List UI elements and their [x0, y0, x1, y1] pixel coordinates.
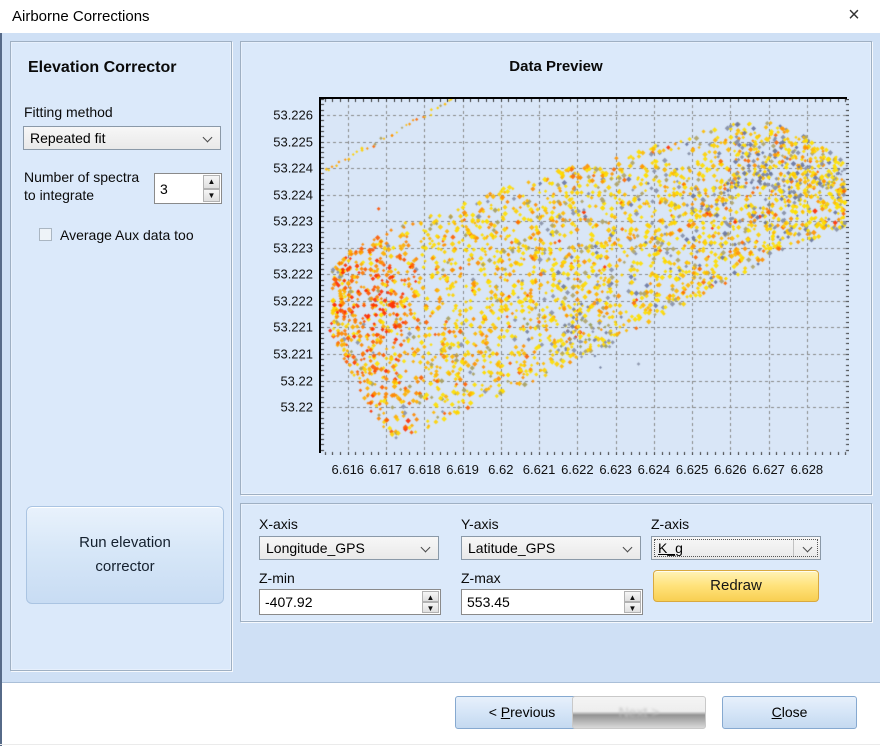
x-tick-label: 6.618: [408, 462, 441, 477]
y-tick-label: 53.225: [273, 134, 313, 149]
x-tick-label: 6.624: [638, 462, 671, 477]
z-max-label: Z-max: [461, 570, 501, 586]
z-axis-dropdown[interactable]: K_g: [651, 536, 821, 560]
data-preview-group: Data Preview 53.22653.22553.22453.22453.…: [240, 41, 872, 495]
window-left-border: [0, 33, 2, 746]
window-bottom-edge: [0, 744, 880, 745]
spinner-down-button[interactable]: ▼: [422, 602, 439, 613]
y-tick-label: 53.224: [273, 161, 313, 176]
x-tick-label: 6.623: [599, 462, 632, 477]
average-aux-checkbox[interactable]: [39, 228, 52, 241]
down-arrow-icon: ▼: [629, 604, 637, 613]
z-max-input[interactable]: [462, 590, 623, 614]
spectra-spin-buttons: ▲ ▼: [203, 175, 220, 202]
spinner-up-button[interactable]: ▲: [422, 591, 439, 602]
elevation-corrector-heading: Elevation Corrector: [28, 59, 176, 77]
z-max-spinner: ▲ ▼: [461, 589, 643, 615]
spinner-down-button[interactable]: ▼: [203, 189, 220, 203]
y-tick-label: 53.226: [273, 107, 313, 122]
chevron-down-icon: [203, 133, 213, 143]
y-tick-label: 53.223: [273, 214, 313, 229]
axis-controls-group: X-axis Longitude_GPS Y-axis Latitude_GPS…: [240, 503, 872, 622]
y-tick-label: 53.224: [273, 187, 313, 202]
z-axis-value: K_g: [658, 540, 683, 556]
x-tick-label: 6.62: [488, 462, 513, 477]
up-arrow-icon: ▲: [427, 593, 435, 602]
dialog-footer: < Previous Next > Close: [0, 683, 880, 748]
z-min-spin-buttons: ▲ ▼: [422, 591, 439, 613]
z-min-label: Z-min: [259, 570, 295, 586]
spinner-up-button[interactable]: ▲: [624, 591, 641, 602]
y-tick-label: 53.223: [273, 240, 313, 255]
y-tick-label: 53.22: [280, 400, 313, 415]
y-tick-label: 53.222: [273, 293, 313, 308]
fitting-method-value: Repeated fit: [30, 130, 106, 146]
previous-button[interactable]: < Previous: [455, 696, 589, 729]
z-min-spinner: ▲ ▼: [259, 589, 441, 615]
x-axis-label: X-axis: [259, 516, 298, 532]
x-tick-label: 6.622: [561, 462, 594, 477]
next-button[interactable]: Next >: [572, 696, 706, 729]
spinner-up-button[interactable]: ▲: [203, 175, 220, 189]
y-axis-value: Latitude_GPS: [468, 540, 555, 556]
average-aux-checkbox-label: Average Aux data too: [60, 227, 194, 243]
x-tick-label: 6.627: [752, 462, 785, 477]
chevron-down-icon: [421, 543, 431, 553]
x-axis-value: Longitude_GPS: [266, 540, 365, 556]
down-arrow-icon: ▼: [427, 604, 435, 613]
fitting-method-label: Fitting method: [24, 104, 113, 120]
y-tick-label: 53.222: [273, 267, 313, 282]
data-preview-title: Data Preview: [241, 58, 871, 75]
x-tick-label: 6.621: [523, 462, 556, 477]
z-axis-label: Z-axis: [651, 516, 689, 532]
fitting-method-dropdown[interactable]: Repeated fit: [23, 126, 221, 150]
z-min-input[interactable]: [260, 590, 421, 614]
y-axis-label: Y-axis: [461, 516, 499, 532]
chevron-down-icon: [803, 543, 813, 553]
y-axis-dropdown[interactable]: Latitude_GPS: [461, 536, 641, 560]
redraw-button[interactable]: Redraw: [653, 570, 819, 602]
plot-area: 53.22653.22553.22453.22453.22353.22353.2…: [319, 97, 847, 453]
y-tick-label: 53.221: [273, 347, 313, 362]
up-arrow-icon: ▲: [629, 593, 637, 602]
up-arrow-icon: ▲: [208, 177, 216, 186]
spectra-count-label: Number of spectra to integrate: [24, 168, 139, 204]
down-arrow-icon: ▼: [208, 191, 216, 200]
airborne-corrections-dialog: Airborne Corrections × Elevation Correct…: [0, 0, 880, 748]
spectra-count-input[interactable]: [155, 174, 202, 203]
data-preview-plot: [321, 99, 849, 455]
x-tick-label: 6.619: [446, 462, 479, 477]
elevation-corrector-group: Elevation Corrector Fitting method Repea…: [10, 41, 232, 671]
x-axis-dropdown[interactable]: Longitude_GPS: [259, 536, 439, 560]
x-tick-label: 6.617: [370, 462, 403, 477]
title-bar: Airborne Corrections ×: [0, 0, 880, 33]
z-max-spin-buttons: ▲ ▼: [624, 591, 641, 613]
dialog-client-area: Elevation Corrector Fitting method Repea…: [0, 33, 880, 683]
spectra-count-spinner: ▲ ▼: [154, 173, 222, 204]
x-tick-label: 6.626: [714, 462, 747, 477]
y-tick-label: 53.221: [273, 320, 313, 335]
run-elevation-corrector-button[interactable]: Run elevation corrector: [26, 506, 224, 604]
spinner-down-button[interactable]: ▼: [624, 602, 641, 613]
chevron-down-icon: [623, 543, 633, 553]
x-tick-label: 6.625: [676, 462, 709, 477]
window-title: Airborne Corrections: [12, 0, 150, 33]
close-dialog-button[interactable]: Close: [722, 696, 857, 729]
combo-separator: [793, 540, 794, 556]
close-button[interactable]: ×: [836, 0, 872, 33]
close-icon: ×: [848, 4, 860, 26]
x-tick-label: 6.628: [791, 462, 824, 477]
y-tick-label: 53.22: [280, 373, 313, 388]
x-tick-label: 6.616: [332, 462, 365, 477]
